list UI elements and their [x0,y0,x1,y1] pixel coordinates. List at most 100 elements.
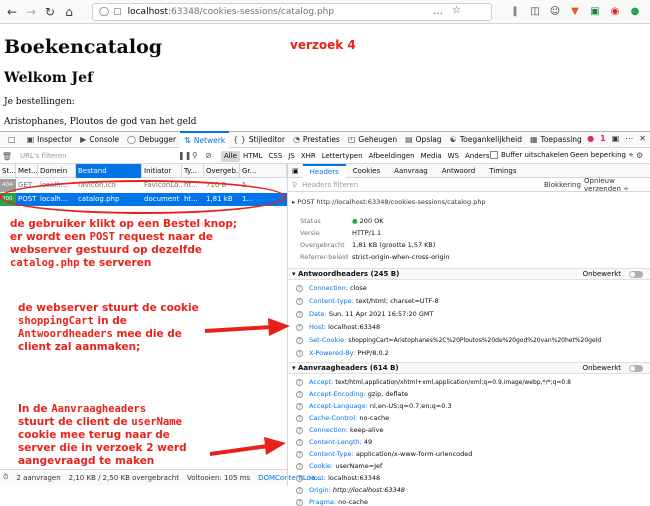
request-headers-section[interactable]: ▾ Aanvraagheaders (614 B) Onbewerkt [288,362,650,374]
col-type[interactable]: Ty... [182,164,204,178]
help-icon[interactable]: ? [296,310,303,318]
response-headers-section[interactable]: ▾ Antwoordheaders (245 B) Onbewerkt [288,268,650,280]
help-icon[interactable]: ? [296,486,303,494]
puzzle-icon[interactable]: ▣ [588,3,602,19]
library-icon[interactable]: ‖ [508,3,522,19]
sidebar-icon[interactable]: ◫ [528,3,542,19]
search-icon[interactable]: ⚲ [192,151,198,160]
tab-prestaties[interactable]: ◔ Prestaties [289,132,344,148]
help-icon[interactable]: ? [296,414,303,422]
tab-antwoord[interactable]: Antwoord [435,164,482,178]
help-icon[interactable]: ? [296,498,303,506]
type-filter[interactable]: XHR [298,151,319,162]
type-filter[interactable]: JS [285,151,298,162]
tab-inspector[interactable]: ▣ Inspector [23,132,77,148]
help-icon[interactable]: ? [296,474,303,482]
extension-green-icon[interactable]: ● [628,3,642,19]
help-icon[interactable]: ? [296,438,303,446]
col-status[interactable]: St... [0,164,16,178]
annotation-code: shoppingCart [18,315,94,327]
help-icon[interactable]: ? [296,426,303,434]
help-icon[interactable]: ? [296,349,303,357]
trash-icon[interactable]: 🗑︎ [0,152,14,161]
home-icon[interactable]: ⌂ [60,3,78,21]
tab-cookies[interactable]: Cookies [346,164,387,178]
annotation-code: userName [131,416,182,428]
tab-netwerk[interactable]: ⇅ Netwerk [180,131,230,148]
headers-filter-input[interactable]: Headers filteren [302,181,358,189]
grid-icon[interactable]: ▣ [288,164,303,178]
type-filter[interactable]: Alle [221,151,240,162]
raw-toggle[interactable] [629,271,643,278]
error-count: 1 [600,134,606,143]
help-icon[interactable]: ? [296,462,303,470]
tab-stijleditor[interactable]: { } Stijleditor [229,132,289,148]
header-key: Cache-Control: [309,414,358,422]
col-initiator[interactable]: Initiator [142,164,182,178]
help-icon[interactable]: ? [296,284,303,292]
col-domain[interactable]: Domein [38,164,76,178]
close-icon[interactable]: ✕ [639,134,646,143]
url-filter-input[interactable]: URL's filteren [20,152,67,160]
type-filter[interactable]: Lettertypen [319,151,366,162]
help-icon[interactable]: ? [296,450,303,458]
tab-label: Netwerk [193,136,226,145]
col-method[interactable]: Met... [16,164,38,178]
tab-aanvraag[interactable]: Aanvraag [387,164,435,178]
help-icon[interactable]: ? [296,402,303,410]
highlight-oval [0,180,286,214]
annotation-line: webserver gestuurd op dezelfde [10,244,202,256]
col-file[interactable]: Bestand [76,164,142,178]
gear-icon[interactable]: ⚙ [636,151,643,160]
type-filter[interactable]: Media [418,151,445,162]
tab-toegankelijkheid[interactable]: ☯ Toegankelijkheid [446,132,526,148]
blocking-button[interactable]: Blokkering [544,181,581,189]
url-bar[interactable]: ◯ ▢ localhost:63348/cookies-sessions/cat… [92,3,492,21]
tab-opslag[interactable]: ▤ Opslag [401,132,446,148]
help-icon[interactable]: ? [296,336,303,344]
type-filter[interactable]: Anders [462,151,493,162]
resend-button[interactable]: Opnieuw verzenden ÷ [584,177,650,193]
shield-extension-icon[interactable]: ▼ [568,3,582,19]
tab-toepassing[interactable]: ▦ Toepassing [526,132,586,148]
frames-icon[interactable]: ▣ [612,134,620,143]
type-filter[interactable]: WS [445,151,462,162]
header-key: Accept-Encoding: [309,390,366,398]
help-icon[interactable]: ? [296,390,303,398]
pause-icon[interactable]: ❚❚ [178,151,191,160]
picker-icon[interactable]: □ [4,132,23,148]
tab-timings[interactable]: Timings [482,164,523,178]
header-key: Accept: [309,378,334,386]
help-icon[interactable]: ? [296,297,303,305]
annotation-cookie-request: In de Aanvraagheaders stuurt de client d… [18,403,218,468]
block-icon[interactable]: ⊘ [205,151,212,160]
forward-icon[interactable]: → [22,3,40,21]
tab-geheugen[interactable]: ◰ Geheugen [344,132,401,148]
performance-icon: ◔ [292,135,300,144]
type-filter[interactable]: HTML [240,151,265,162]
reload-icon[interactable]: ↻ [41,3,59,21]
console-icon: ▶ [80,135,87,144]
tab-debugger[interactable]: ◯ Debugger [123,132,180,148]
account-icon[interactable]: ☺ [548,3,562,19]
help-icon[interactable]: ? [296,323,303,331]
more-icon[interactable]: ⋯ [625,134,633,143]
annotation-code: Aanvraagheaders [51,403,147,415]
extension-icon[interactable]: ◉ [608,3,622,19]
col-transferred[interactable]: Overgeb... [204,164,240,178]
tab-headers[interactable]: Headers [302,163,346,178]
raw-toggle[interactable] [629,365,643,372]
col-size[interactable]: Gr... [240,164,287,178]
summary-key: Referrer-beleid [300,253,349,261]
page-actions-icon[interactable]: … [433,6,443,17]
disable-cache-checkbox[interactable]: Buffer uitschakelen [490,151,569,159]
tab-console[interactable]: ▶ Console [76,132,123,148]
header-key: Connection: [309,284,348,292]
help-icon[interactable]: ? [296,378,303,386]
throttle-select[interactable]: Geen beperking ÷ [570,151,634,159]
error-icon[interactable]: ● [587,134,594,143]
star-icon[interactable]: ☆ [452,5,461,16]
type-filter[interactable]: CSS [265,151,285,162]
back-icon[interactable]: ← [3,3,21,21]
type-filter[interactable]: Afbeeldingen [366,151,418,162]
